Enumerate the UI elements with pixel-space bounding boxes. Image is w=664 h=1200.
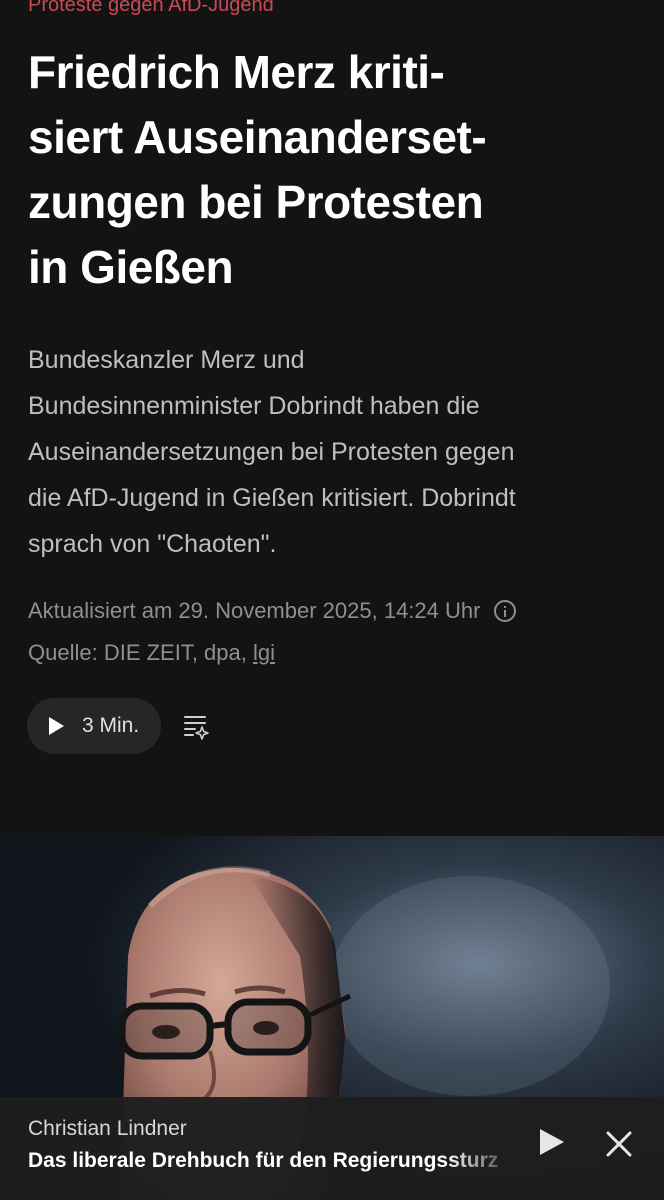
source-row: Quelle: DIE ZEIT, dpa, lgi — [28, 632, 638, 674]
updated-timestamp: Aktualisiert am 29. November 2025, 14:24… — [28, 598, 481, 623]
play-icon — [49, 717, 64, 735]
audio-mini-player[interactable]: Christian Lindner Das liberale Drehbuch … — [0, 1097, 664, 1200]
listen-button[interactable]: 3 Min. — [27, 698, 161, 754]
article-lead: Bundeskanzler Merz und Bundesinnenminist… — [28, 337, 648, 567]
player-title-container: Das liberale Drehbuch für den Regierungs… — [28, 1147, 520, 1175]
article-meta: Aktualisiert am 29. November 2025, 14:24… — [28, 590, 638, 674]
headline-line: siert Auseinanderset- — [28, 111, 487, 163]
article-headline: Friedrich Merz kriti- siert Auseinanders… — [28, 40, 648, 300]
close-icon[interactable] — [604, 1129, 634, 1159]
article-kicker[interactable]: Proteste gegen AfD-Jugend — [28, 0, 274, 17]
listen-duration: 3 Min. — [82, 714, 140, 737]
headline-line: Friedrich Merz kriti- — [28, 46, 445, 98]
lead-line: Bundeskanzler Merz und — [28, 346, 305, 374]
headline-line: zungen bei Protesten — [28, 176, 484, 228]
updated-row: Aktualisiert am 29. November 2025, 14:24… — [28, 590, 638, 632]
player-author: Christian Lindner — [28, 1117, 187, 1140]
info-icon[interactable] — [494, 600, 517, 622]
lead-line: sprach von "Chaoten". — [28, 530, 277, 558]
source-label: Quelle: DIE ZEIT, dpa, — [28, 640, 253, 665]
lead-line: die AfD-Jugend in Gießen kritisiert. Dob… — [28, 484, 516, 512]
ai-summary-icon[interactable] — [180, 710, 212, 742]
play-icon[interactable] — [540, 1129, 564, 1155]
lead-line: Auseinandersetzungen bei Protesten gegen — [28, 438, 515, 466]
player-title: Das liberale Drehbuch für den Regierungs… — [28, 1149, 499, 1172]
headline-line: in Gießen — [28, 241, 234, 293]
source-author-link[interactable]: lgi — [253, 632, 275, 674]
lead-line: Bundesinnenminister Dobrindt haben die — [28, 392, 480, 420]
